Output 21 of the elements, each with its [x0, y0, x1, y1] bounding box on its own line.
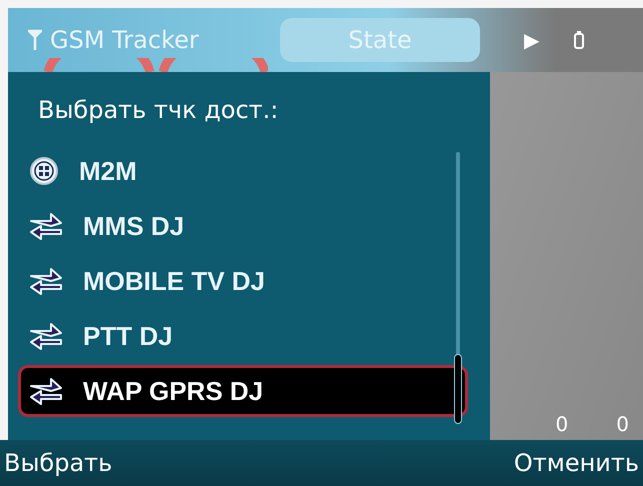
counter-value: 0 — [616, 412, 629, 436]
select-softkey[interactable]: Выбрать — [4, 449, 112, 477]
scrollbar[interactable] — [456, 152, 460, 424]
two-way-arrows-icon — [29, 321, 63, 351]
access-point-item[interactable]: M2M — [18, 145, 468, 197]
access-point-item[interactable]: MMS DJ — [18, 200, 468, 252]
access-point-item[interactable]: MOBILE TV DJ — [18, 255, 468, 307]
access-point-item[interactable]: WAP GPRS DJ — [18, 365, 468, 417]
next-arrow[interactable]: ▶ — [524, 28, 540, 52]
two-way-arrows-icon — [29, 266, 63, 296]
cancel-softkey[interactable]: Отменить — [514, 449, 639, 477]
access-point-item[interactable]: PTT DJ — [18, 310, 468, 362]
network-group-icon — [29, 156, 59, 186]
two-way-arrows-icon — [29, 211, 63, 241]
counter-value: 0 — [556, 412, 568, 436]
scrollbar-thumb[interactable] — [454, 354, 462, 424]
dialog-heading: Выбрать тчк дост.: — [37, 96, 280, 126]
battery-icon — [573, 30, 586, 50]
two-way-arrows-icon — [29, 376, 63, 406]
signal-antenna-icon — [28, 29, 42, 51]
app-title: GSM Tracker — [50, 26, 200, 54]
